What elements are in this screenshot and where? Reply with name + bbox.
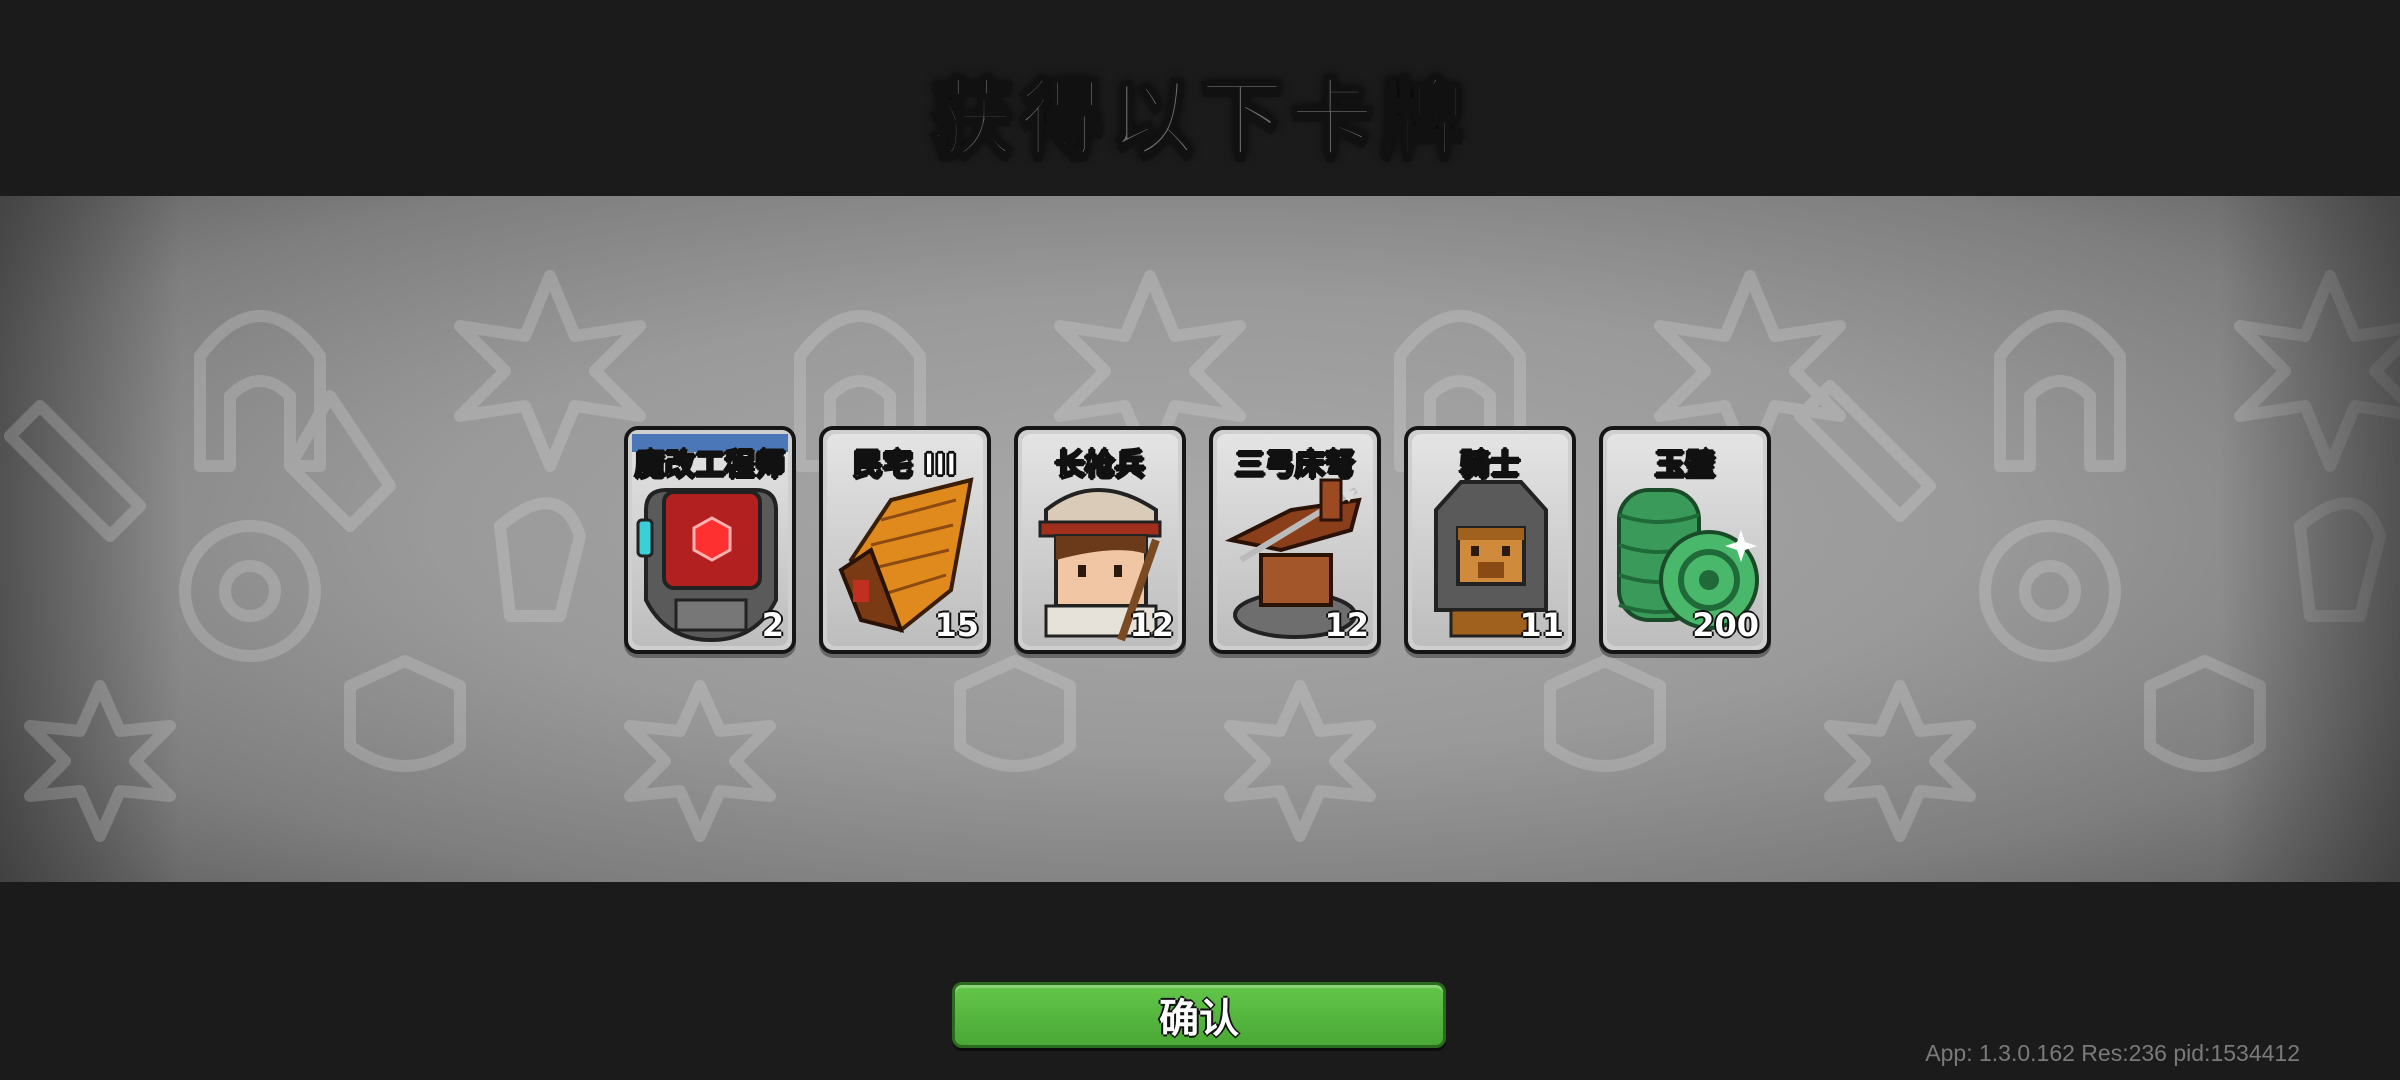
card-count: 2 — [761, 606, 784, 644]
confirm-button[interactable]: 确认 — [952, 982, 1446, 1048]
confirm-label: 确认 — [1159, 996, 1239, 1042]
card-name: 玉璧 — [1654, 447, 1716, 484]
card-count: 12 — [1324, 606, 1369, 644]
card-count: 15 — [934, 606, 979, 644]
reward-banner: 魔改工程师 2 民宅 III 15 长枪兵 12 三弓床弩 12 骑士 11 玉… — [0, 196, 2400, 882]
card-name: 三弓床弩 — [1234, 447, 1356, 484]
version-info: App: 1.3.0.162 Res:236 pid:1534412 — [1925, 1040, 2300, 1066]
card-count: 12 — [1129, 606, 1174, 644]
card-name: 魔改工程师 — [634, 447, 786, 484]
card-ballista[interactable]: 三弓床弩 12 — [1209, 426, 1381, 654]
card-house[interactable]: 民宅 III 15 — [819, 426, 991, 654]
card-jade-coins[interactable]: 玉璧 200 — [1599, 426, 1771, 654]
card-count: 11 — [1519, 606, 1564, 644]
page-title: 获得以下卡牌 — [928, 69, 1470, 170]
card-name: 长枪兵 — [1054, 447, 1146, 484]
card-count: 200 — [1692, 606, 1759, 644]
card-name: 民宅 III — [852, 447, 957, 484]
card-spearman[interactable]: 长枪兵 12 — [1014, 426, 1186, 654]
card-list: 魔改工程师 2 民宅 III 15 长枪兵 12 三弓床弩 12 骑士 11 玉… — [624, 426, 1776, 656]
card-mech-engineer[interactable]: 魔改工程师 2 — [624, 426, 796, 654]
card-name: 骑士 — [1459, 447, 1521, 484]
card-knight[interactable]: 骑士 11 — [1404, 426, 1576, 654]
